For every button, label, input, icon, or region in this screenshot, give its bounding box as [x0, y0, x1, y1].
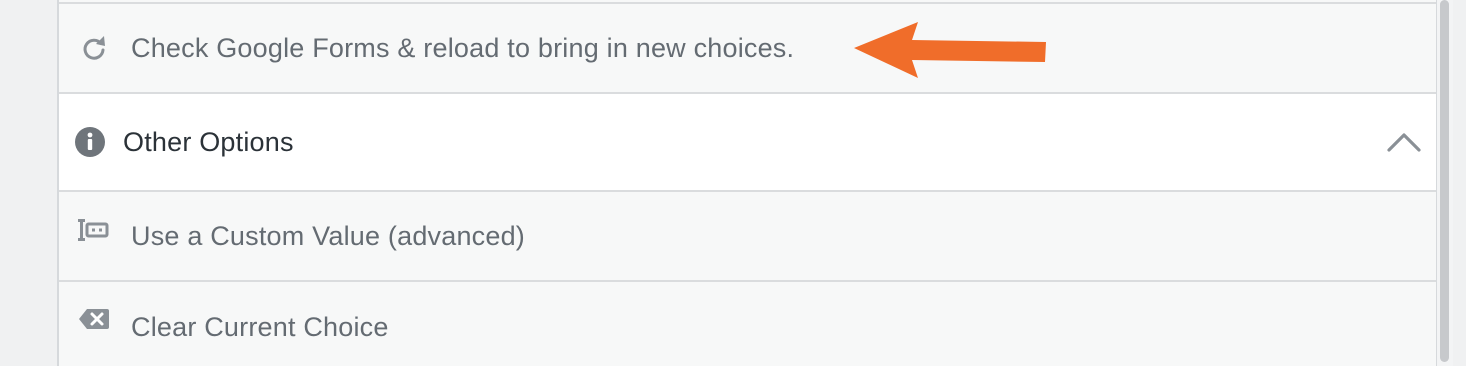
- clear-choice-label: Clear Current Choice: [131, 311, 389, 342]
- custom-field-icon: [77, 214, 111, 248]
- other-options-title: Other Options: [123, 126, 294, 157]
- chevron-up-icon[interactable]: [1384, 127, 1424, 157]
- dropdown-panel: Check Google Forms & reload to bring in …: [57, 0, 1437, 366]
- scrollbar[interactable]: [1437, 0, 1453, 366]
- refresh-icon: [77, 31, 111, 65]
- custom-value-option[interactable]: Use a Custom Value (advanced): [59, 192, 1436, 282]
- scrollbar-thumb[interactable]: [1440, 0, 1449, 362]
- arrow-pointer-icon: [854, 22, 1046, 78]
- reload-choices-row[interactable]: Check Google Forms & reload to bring in …: [59, 2, 1436, 94]
- custom-value-label: Use a Custom Value (advanced): [131, 220, 525, 251]
- clear-choice-option[interactable]: Clear Current Choice: [59, 282, 1436, 366]
- other-options-header[interactable]: Other Options: [59, 94, 1436, 192]
- reload-choices-label: Check Google Forms & reload to bring in …: [131, 32, 795, 63]
- clear-backspace-icon: [77, 302, 111, 336]
- info-icon: [73, 125, 107, 159]
